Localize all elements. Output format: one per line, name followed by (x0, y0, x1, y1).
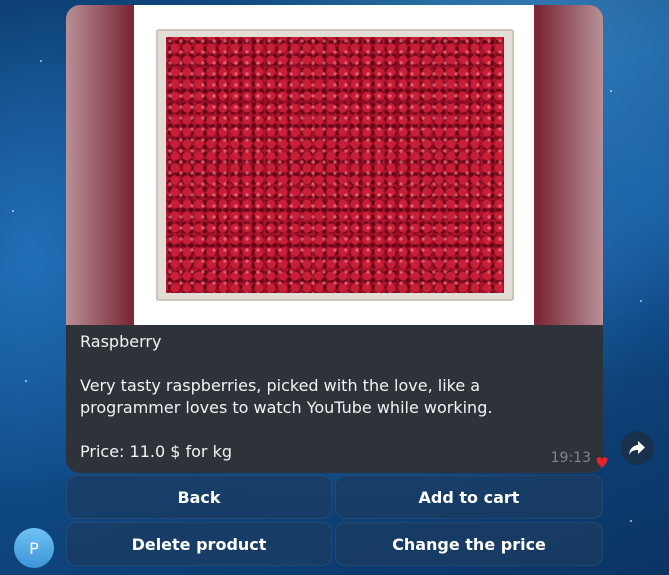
product-description: Very tasty raspberries, picked with the … (80, 376, 493, 417)
add-to-cart-button[interactable]: Add to cart (335, 475, 603, 519)
berries (166, 37, 504, 293)
product-title: Raspberry (80, 332, 162, 351)
heart-icon[interactable]: ♥ (594, 455, 610, 471)
change-price-button[interactable]: Change the price (335, 522, 603, 566)
message-time: 19:13 (550, 450, 591, 466)
product-photo[interactable] (66, 5, 603, 325)
back-button[interactable]: Back (66, 475, 332, 519)
avatar[interactable]: P (14, 528, 54, 568)
delete-product-button[interactable]: Delete product (66, 522, 332, 566)
berry-crate (156, 29, 514, 301)
product-price: Price: 11.0 $ for kg (80, 442, 232, 461)
share-arrow-icon (629, 441, 645, 455)
share-button[interactable] (620, 431, 654, 465)
product-image (134, 5, 534, 325)
message-bubble: Raspberry Very tasty raspberries, picked… (66, 5, 603, 473)
